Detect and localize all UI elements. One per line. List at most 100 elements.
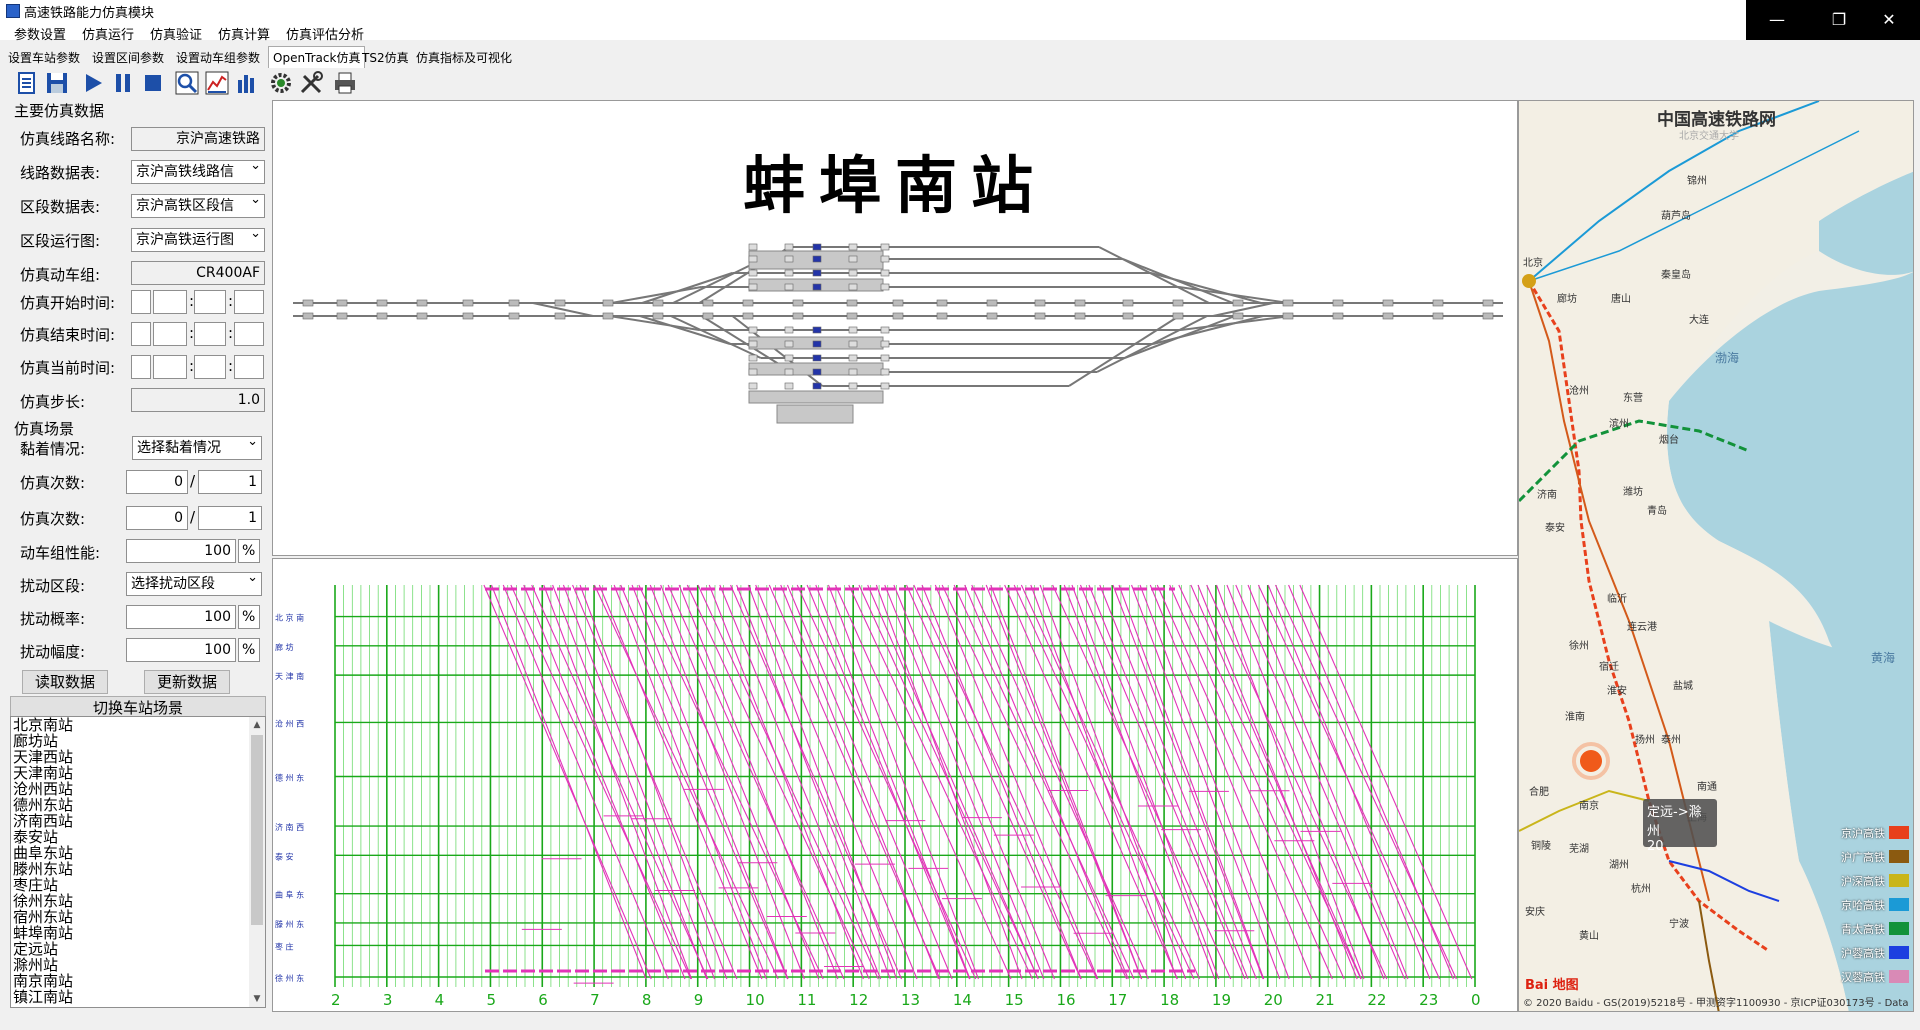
print-icon[interactable] [332, 70, 358, 96]
end-time-h1[interactable] [131, 322, 151, 346]
signal-marker [848, 340, 858, 348]
stop-icon[interactable] [140, 70, 166, 96]
station-list-item[interactable]: 枣庄站 [11, 877, 265, 893]
bar-chart-icon[interactable] [234, 70, 260, 96]
map-legend-item[interactable]: 汉蓉高铁 [1815, 967, 1911, 985]
pause-icon[interactable] [110, 70, 136, 96]
scroll-thumb[interactable] [251, 735, 263, 925]
station-list-item[interactable]: 天津西站 [11, 749, 265, 765]
step-field[interactable]: 1.0 [131, 388, 265, 412]
track-section-marker [1482, 312, 1494, 320]
tab-station[interactable]: 设置车站参数 [8, 49, 80, 66]
train-diagram-panel: 2 3 4 5 6 7 8 9 10 11 12 13 14 15 16 17 18 19 20 21 22 23 0 北 京… [272, 558, 1518, 1012]
train-path [1197, 584, 1358, 980]
station-list-item[interactable]: 滁州站 [11, 957, 265, 973]
scroll-up-icon[interactable]: ▲ [249, 717, 265, 733]
station-list-item[interactable]: 泰安站 [11, 829, 265, 845]
end-time-second[interactable] [234, 322, 264, 346]
map-legend-item[interactable]: 沪广高铁 [1815, 847, 1911, 865]
count2-total[interactable]: 1 [198, 506, 262, 530]
map-city-label: 铜陵 [1531, 841, 1551, 853]
end-time-hour[interactable] [153, 322, 187, 346]
new-document-icon[interactable] [14, 70, 40, 96]
emu-field[interactable]: CR400AF [131, 261, 265, 285]
count1-total[interactable]: 1 [198, 470, 262, 494]
tab-visual[interactable]: 仿真指标及可视化 [416, 49, 512, 66]
tab-ts2[interactable]: TS2仿真 [362, 49, 409, 66]
line-name-field[interactable]: 京沪高速铁路 [131, 127, 265, 151]
zoom-icon[interactable] [174, 70, 200, 96]
count2-current[interactable]: 0 [126, 506, 188, 530]
play-icon[interactable] [80, 70, 106, 96]
left-panel: 主要仿真数据 仿真线路名称: 京沪高速铁路 线路数据表: 京沪高铁线路信 区段数… [8, 100, 270, 1012]
disturb-amp-field[interactable]: 100 [126, 638, 236, 662]
map-legend-item[interactable]: 京沪高铁 [1815, 823, 1911, 841]
station-list-item[interactable]: 济南西站 [11, 813, 265, 829]
section-graph-select[interactable]: 京沪高铁运行图 [131, 228, 265, 252]
disturb-section-select[interactable]: 选择扰动区段 [126, 572, 262, 596]
railway-map-panel[interactable]: 中国高速铁路网 北京交通大学 北京 廊坊 唐山 秦皇岛 葫芦岛 锦州 大连 沧州 东营 滨州 烟台济… [1518, 100, 1914, 1012]
track-section-marker [742, 312, 754, 320]
station-list-scrollbar[interactable]: ▲ ▼ [249, 717, 265, 1007]
end-time-minute[interactable] [194, 322, 226, 346]
line-chart-icon[interactable] [204, 70, 230, 96]
map-city-label: 安庆 [1525, 907, 1545, 919]
menu-calc[interactable]: 仿真计算 [218, 24, 270, 43]
current-time-second[interactable] [234, 355, 264, 379]
signal-marker [880, 243, 890, 251]
section-table-label: 区段数据表: [20, 198, 101, 216]
tab-opentrack[interactable]: OpenTrack仿真 [268, 46, 366, 68]
station-list-item[interactable]: 廊坊站 [11, 733, 265, 749]
train-path [1063, 584, 1216, 980]
station-list-item[interactable]: 德州东站 [11, 797, 265, 813]
station-list-item[interactable]: 曲阜东站 [11, 845, 265, 861]
current-time-hour[interactable] [153, 355, 187, 379]
start-time-minute[interactable] [194, 290, 226, 314]
station-list-item[interactable]: 宿州东站 [11, 909, 265, 925]
station-list-item[interactable]: 滕州东站 [11, 861, 265, 877]
current-time-h1[interactable] [131, 355, 151, 379]
count1-current[interactable]: 0 [126, 470, 188, 494]
station-list-item[interactable]: 南京南站 [11, 973, 265, 989]
menu-verify[interactable]: 仿真验证 [150, 24, 202, 43]
station-listbox[interactable]: 北京南站 廊坊站 天津西站 天津南站 沧州西站 德州东站 济南西站 泰安站 曲阜东站 滕州东站 枣庄… [10, 716, 266, 1008]
station-list-item[interactable]: 徐州东站 [11, 893, 265, 909]
tab-emu[interactable]: 设置动车组参数 [176, 49, 260, 66]
station-list-item[interactable]: 天津南站 [11, 765, 265, 781]
signal-marker [880, 354, 890, 362]
minimize-button[interactable]: — [1746, 0, 1808, 40]
station-list-item[interactable]: 定远站 [11, 941, 265, 957]
station-list-item[interactable]: 沧州西站 [11, 781, 265, 797]
station-list-item[interactable]: 蚌埠南站 [11, 925, 265, 941]
start-time-h1[interactable] [131, 290, 151, 314]
start-time-hour[interactable] [153, 290, 187, 314]
track-section-marker [416, 299, 428, 307]
legend-swatch [1889, 970, 1909, 983]
disturb-prob-field[interactable]: 100 [126, 605, 236, 629]
station-list-item[interactable]: 镇江南站 [11, 989, 265, 1005]
tools-icon[interactable] [298, 70, 324, 96]
gear-icon[interactable] [268, 70, 294, 96]
menu-eval[interactable]: 仿真评估分析 [286, 24, 364, 43]
adhesion-select[interactable]: 选择黏着情况 [132, 436, 262, 460]
start-time-second[interactable] [234, 290, 264, 314]
scroll-down-icon[interactable]: ▼ [249, 991, 265, 1007]
map-legend-item[interactable]: 京哈高铁 [1815, 895, 1911, 913]
close-button[interactable]: ✕ [1858, 0, 1920, 40]
perf-field[interactable]: 100 [126, 539, 236, 563]
tab-section[interactable]: 设置区间参数 [92, 49, 164, 66]
current-time-minute[interactable] [194, 355, 226, 379]
menu-run[interactable]: 仿真运行 [82, 24, 134, 43]
map-legend-item[interactable]: 沪深高铁 [1815, 871, 1911, 889]
update-data-button[interactable]: 更新数据 [144, 670, 230, 694]
map-legend-item[interactable]: 沪蓉高铁 [1815, 943, 1911, 961]
map-subtitle: 北京交通大学 [1679, 131, 1739, 142]
menu-param[interactable]: 参数设置 [14, 24, 66, 43]
map-legend-item[interactable]: 青太高铁 [1815, 919, 1911, 937]
save-icon[interactable] [44, 70, 70, 96]
section-table-select[interactable]: 京沪高铁区段信 [131, 194, 265, 218]
track-section-marker [602, 299, 614, 307]
line-table-select[interactable]: 京沪高铁线路信 [131, 160, 265, 184]
station-list-item[interactable]: 北京南站 [11, 717, 265, 733]
read-data-button[interactable]: 读取数据 [22, 670, 108, 694]
